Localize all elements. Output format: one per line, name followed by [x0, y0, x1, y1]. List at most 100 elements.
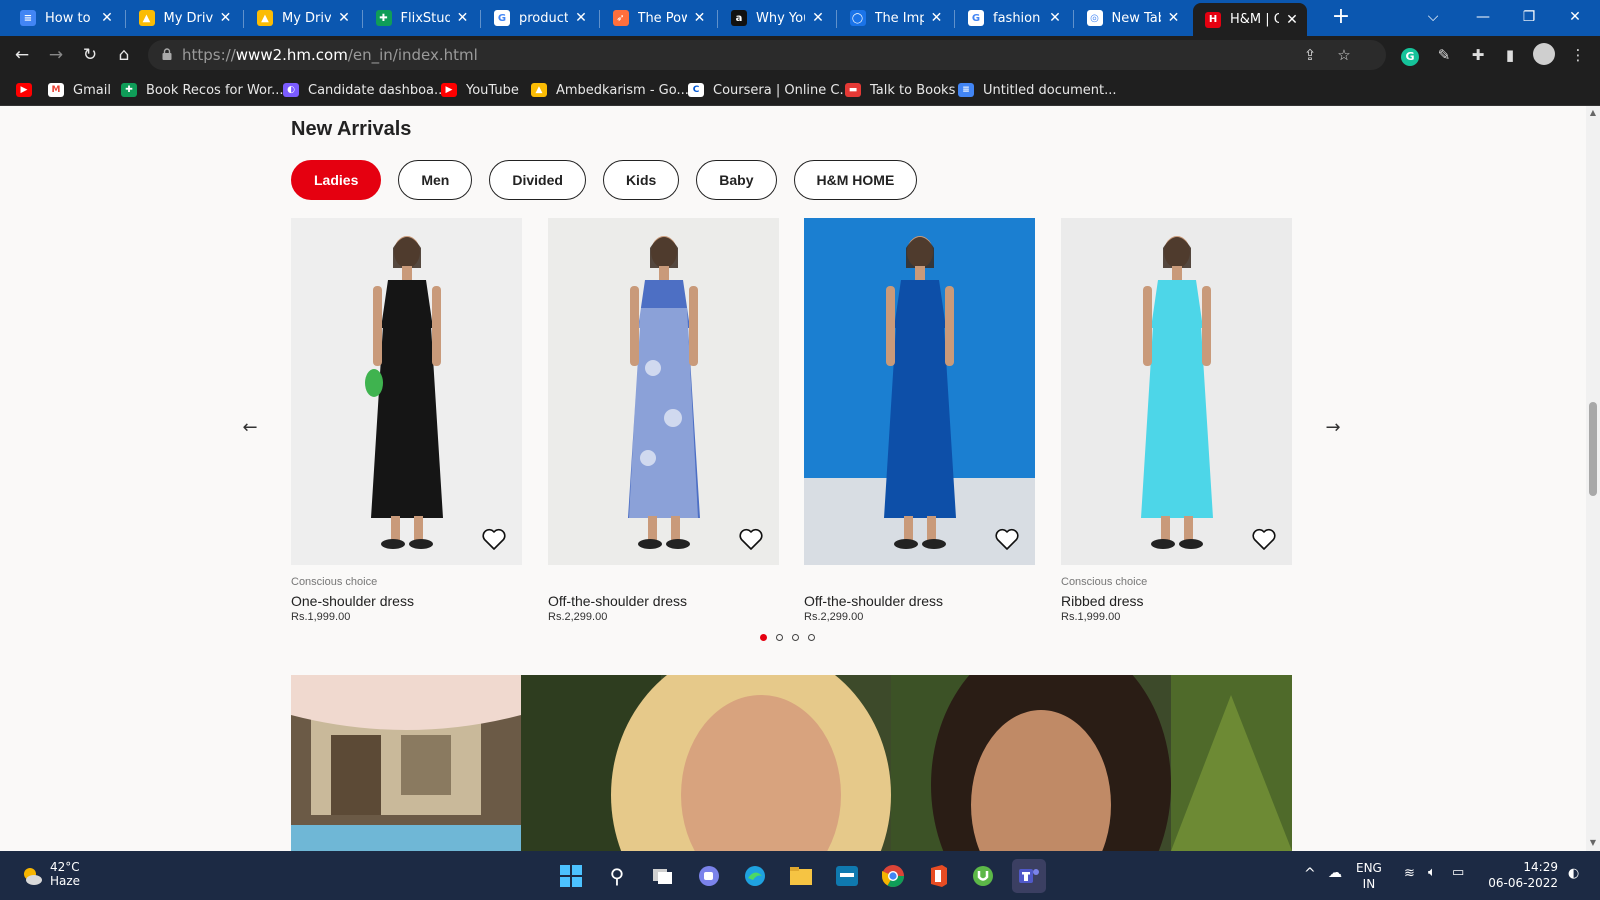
bookmark-item[interactable]: C Coursera | Online C...	[688, 80, 852, 100]
scrollbar-thumb[interactable]	[1589, 402, 1597, 496]
side-panel-icon[interactable]: ▮	[1498, 43, 1522, 67]
carousel-prev-arrow-icon[interactable]: ←	[238, 416, 262, 440]
product-image[interactable]	[804, 218, 1035, 565]
heart-favorite-icon[interactable]	[737, 525, 765, 553]
volume-icon[interactable]: 🔈︎	[1428, 865, 1436, 880]
heart-favorite-icon[interactable]	[480, 525, 508, 553]
chrome-taskbar-icon[interactable]	[876, 859, 910, 893]
browser-tab[interactable]: ◎ New Tab✕	[1075, 3, 1189, 33]
carousel-dot[interactable]	[808, 634, 815, 641]
hero-banner-image[interactable]	[291, 675, 1292, 851]
tab-close-icon[interactable]: ✕	[335, 10, 353, 26]
close-window-icon[interactable]: ✕	[1552, 0, 1598, 34]
browser-tab[interactable]: Gfashion e✕	[956, 3, 1070, 33]
tab-close-icon[interactable]: ✕	[98, 10, 116, 26]
browser-tab[interactable]: ▲ My Drive✕	[127, 3, 241, 33]
scroll-up-icon[interactable]: ▲	[1588, 108, 1598, 117]
bookmark-item[interactable]: ✚ Book Recos for Wor...	[121, 80, 284, 100]
new-tab-button[interactable]: +	[1328, 6, 1354, 30]
back-icon[interactable]: ←	[10, 43, 34, 67]
share-icon[interactable]: ⇪	[1298, 43, 1322, 67]
product-image[interactable]	[548, 218, 779, 565]
home-icon[interactable]: ⌂	[112, 43, 136, 67]
teams-icon[interactable]	[1012, 859, 1046, 893]
minimize-icon[interactable]: —	[1460, 0, 1506, 34]
search-icon[interactable]: ⚲	[600, 859, 634, 893]
filter-pill-men[interactable]: Men	[398, 160, 473, 200]
product-card[interactable]: Off-the-shoulder dress Rs.2,299.00	[804, 218, 1035, 623]
browser-tab[interactable]: H H&M | O ✕	[1193, 3, 1307, 36]
task-view-icon[interactable]	[646, 859, 680, 893]
system-clock[interactable]: 14:29 06-06-2022	[1488, 859, 1558, 891]
browser-tab[interactable]: ≡ How to le✕	[8, 3, 122, 33]
product-name[interactable]: Off-the-shoulder dress	[548, 593, 779, 609]
wifi-icon[interactable]: ≋	[1404, 866, 1415, 881]
battery-icon[interactable]: ▭	[1452, 865, 1464, 880]
tab-close-icon[interactable]: ✕	[1283, 12, 1301, 28]
profile-avatar[interactable]	[1532, 43, 1556, 67]
utorrent-icon[interactable]	[966, 859, 1000, 893]
product-card[interactable]: Conscious choice One-shoulder dress Rs.1,9…	[291, 218, 522, 623]
bookmark-item[interactable]: ▬ Talk to Books	[845, 80, 955, 100]
restore-icon[interactable]: ❐	[1506, 0, 1552, 34]
heart-favorite-icon[interactable]	[1250, 525, 1278, 553]
tab-close-icon[interactable]: ✕	[217, 10, 235, 26]
filter-pill-divided[interactable]: Divided	[489, 160, 586, 200]
prime-video-icon[interactable]	[830, 859, 864, 893]
file-explorer-icon[interactable]	[784, 859, 818, 893]
carousel-dot[interactable]	[760, 634, 767, 641]
product-name[interactable]: One-shoulder dress	[291, 593, 522, 609]
browser-tab[interactable]: ◯ The Impo✕	[838, 3, 952, 33]
tab-search-icon[interactable]: ⌵	[1410, 0, 1456, 34]
tab-close-icon[interactable]: ✕	[691, 10, 709, 26]
tab-close-icon[interactable]: ✕	[454, 10, 472, 26]
product-name[interactable]: Off-the-shoulder dress	[804, 593, 1035, 609]
office-icon[interactable]	[922, 859, 956, 893]
filter-pill-baby[interactable]: Baby	[696, 160, 777, 200]
tab-close-icon[interactable]: ✕	[928, 10, 946, 26]
menu-kebab-icon[interactable]: ⋮	[1566, 43, 1590, 67]
weather-widget[interactable]: 42°C Haze	[20, 860, 80, 888]
browser-tab[interactable]: ▲ My Drive✕	[245, 3, 359, 33]
windows-start-icon[interactable]	[554, 859, 588, 893]
show-hidden-icons-chevron-icon[interactable]: ^	[1304, 866, 1316, 882]
bookmark-item[interactable]: ▶ YouTube	[441, 80, 519, 100]
page-scrollbar[interactable]: ▲ ▼	[1586, 106, 1600, 851]
bookmark-item[interactable]: M Gmail	[48, 80, 111, 100]
bookmark-item[interactable]: ▲ Ambedkarism - Go...	[531, 80, 689, 100]
address-bar[interactable]: https://www2.hm.com/en_in/index.html ⇪ ☆	[148, 40, 1386, 70]
product-image[interactable]	[291, 218, 522, 565]
pen-extension-icon[interactable]: ✎	[1432, 43, 1456, 67]
browser-tab[interactable]: ➶ The Powe✕	[601, 3, 715, 33]
browser-tab[interactable]: ✚ FlixStudio✕	[364, 3, 478, 33]
input-language-indicator[interactable]: ENG IN	[1356, 860, 1382, 892]
tab-close-icon[interactable]: ✕	[1046, 10, 1064, 26]
bookmark-star-icon[interactable]: ☆	[1332, 43, 1356, 67]
carousel-dot[interactable]	[792, 634, 799, 641]
tab-close-icon[interactable]: ✕	[809, 10, 827, 26]
forward-icon[interactable]: →	[44, 43, 68, 67]
heart-favorite-icon[interactable]	[993, 525, 1021, 553]
filter-pill-kids[interactable]: Kids	[602, 160, 680, 200]
grammarly-extension-icon[interactable]: G	[1398, 43, 1422, 67]
bookmark-item[interactable]: ≡ Untitled document...	[958, 80, 1117, 100]
product-image[interactable]	[1061, 218, 1292, 565]
onedrive-cloud-icon[interactable]: ☁	[1328, 865, 1342, 881]
browser-tab[interactable]: Gproduct r✕	[482, 3, 596, 33]
product-name[interactable]: Ribbed dress	[1061, 593, 1292, 609]
filter-pill-ladies[interactable]: Ladies	[291, 160, 382, 200]
extensions-puzzle-icon[interactable]: ✚	[1466, 43, 1490, 67]
product-card[interactable]: Off-the-shoulder dress Rs.2,299.00	[548, 218, 779, 623]
scroll-down-icon[interactable]: ▼	[1588, 838, 1598, 847]
edge-browser-icon[interactable]	[738, 859, 772, 893]
filter-pill-h-m-home[interactable]: H&M HOME	[793, 160, 918, 200]
notification-icon[interactable]: ◐	[1568, 866, 1579, 881]
carousel-dot[interactable]	[776, 634, 783, 641]
tab-close-icon[interactable]: ✕	[1165, 10, 1183, 26]
carousel-next-arrow-icon[interactable]: →	[1321, 416, 1345, 440]
bookmark-item[interactable]: ▶	[16, 80, 41, 100]
browser-tab[interactable]: a Why You✕	[719, 3, 833, 33]
tab-close-icon[interactable]: ✕	[572, 10, 590, 26]
product-card[interactable]: Conscious choice Ribbed dress Rs.1,999.00	[1061, 218, 1292, 623]
reload-icon[interactable]: ↻	[78, 43, 102, 67]
